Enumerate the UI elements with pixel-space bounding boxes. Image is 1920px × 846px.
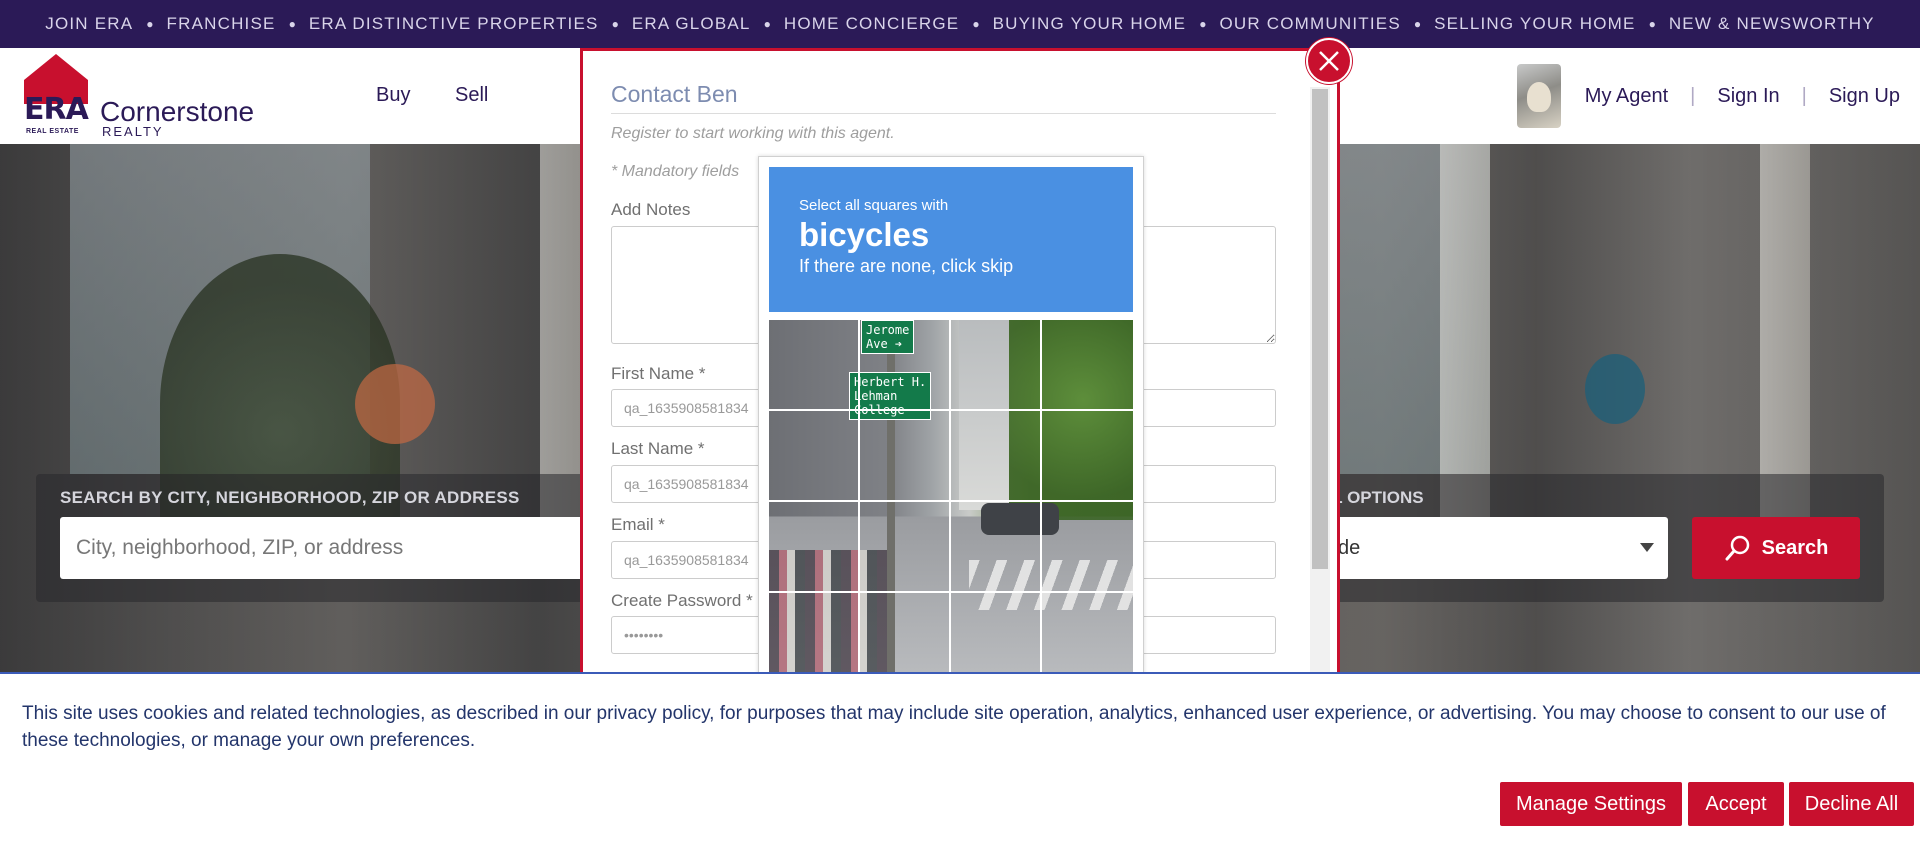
sign-in-link[interactable]: Sign In	[1717, 85, 1779, 108]
separator-dot: ●	[972, 17, 980, 31]
my-agent-link[interactable]: My Agent	[1585, 85, 1668, 108]
chevron-down-icon	[1640, 543, 1654, 552]
top-link-home-concierge[interactable]: HOME CONCIERGE	[784, 14, 959, 34]
top-link-join-era[interactable]: JOIN ERA	[45, 14, 133, 34]
captcha-trees	[1009, 320, 1133, 520]
separator-dot: ●	[763, 17, 771, 31]
hero-lamp	[355, 364, 435, 444]
grid-line	[769, 409, 1133, 411]
top-link-new-newsworthy[interactable]: NEW & NEWSWORTHY	[1669, 14, 1875, 34]
search-label: SEARCH BY CITY, NEIGHBORHOOD, ZIP OR ADD…	[60, 488, 520, 507]
nav-separator: |	[1690, 84, 1696, 107]
separator-dot: ●	[1413, 17, 1422, 31]
captcha-header: Select all squares with bicycles If ther…	[769, 167, 1133, 312]
decline-all-button[interactable]: Decline All	[1789, 782, 1914, 826]
top-link-our-communities[interactable]: OUR COMMUNITIES	[1219, 14, 1400, 34]
manage-settings-button[interactable]: Manage Settings	[1500, 782, 1682, 826]
cookie-text: This site uses cookies and related techn…	[22, 703, 1886, 751]
logo-realty-text: REALTY	[102, 124, 164, 139]
captcha-target: bicycles	[799, 216, 930, 253]
top-links-bar: JOIN ERA ● FRANCHISE ● ERA DISTINCTIVE P…	[0, 0, 1920, 48]
grid-line	[949, 320, 951, 677]
modal-subtitle: Register to start working with this agen…	[611, 125, 895, 142]
logo-real-estate-text: REAL ESTATE	[26, 128, 79, 135]
captcha-challenge: Select all squares with bicycles If ther…	[758, 156, 1144, 677]
separator-dot: ●	[288, 17, 296, 31]
separator-dot: ●	[611, 17, 619, 31]
modal-scrollbar-thumb[interactable]	[1312, 89, 1328, 569]
hero-vase	[1585, 354, 1645, 424]
captcha-skip-hint: If there are none, click skip	[799, 256, 1014, 276]
top-link-buying-your-home[interactable]: BUYING YOUR HOME	[993, 14, 1187, 34]
grid-line	[769, 591, 1133, 593]
sign-up-link[interactable]: Sign Up	[1829, 85, 1900, 108]
top-link-era-global[interactable]: ERA GLOBAL	[632, 14, 751, 34]
captcha-image-grid[interactable]: Jerome Ave ➔ Herbert H. Lehman College	[769, 320, 1133, 677]
street-sign: Jerome Ave ➔	[861, 320, 915, 354]
modal-divider	[611, 113, 1276, 114]
mandatory-fields-note: * Mandatory fields	[611, 163, 740, 180]
agent-avatar[interactable]	[1516, 64, 1561, 128]
separator-dot: ●	[1648, 17, 1656, 31]
account-nav: My Agent | Sign In | Sign Up	[1516, 64, 1900, 128]
options-select[interactable]: de	[1320, 517, 1668, 579]
grid-line	[858, 320, 860, 677]
captcha-crosswalk	[969, 560, 1133, 610]
cookie-banner: This site uses cookies and related techn…	[0, 672, 1920, 846]
modal-title: Contact Ben	[611, 81, 738, 107]
era-cornerstone-logo[interactable]: ERA REAL ESTATE Cornerstone REALTY	[24, 54, 264, 139]
captcha-instruction: Select all squares with	[799, 197, 949, 214]
close-button[interactable]	[1306, 38, 1352, 84]
nav-separator: |	[1801, 84, 1807, 107]
options-select-value: de	[1338, 536, 1361, 559]
top-link-franchise[interactable]: FRANCHISE	[167, 14, 276, 34]
accept-button[interactable]: Accept	[1688, 782, 1784, 826]
first-name-label: First Name *	[611, 364, 706, 383]
top-link-selling-your-home[interactable]: SELLING YOUR HOME	[1434, 14, 1635, 34]
separator-dot: ●	[1199, 17, 1207, 31]
street-sign: Herbert H. Lehman College	[849, 372, 932, 420]
close-icon	[1319, 51, 1339, 71]
search-icon	[1725, 535, 1749, 561]
grid-line	[769, 500, 1133, 502]
captcha-pedestrians	[769, 550, 889, 677]
nav-buy[interactable]: Buy	[376, 84, 410, 107]
last-name-label: Last Name *	[611, 439, 705, 458]
email-label: Email *	[611, 515, 665, 534]
search-input[interactable]	[60, 517, 620, 579]
separator-dot: ●	[146, 17, 154, 31]
notes-label: Add Notes	[611, 200, 691, 219]
password-label: Create Password *	[611, 591, 753, 610]
top-link-distinctive-properties[interactable]: ERA DISTINCTIVE PROPERTIES	[309, 14, 599, 34]
search-button-label: Search	[1761, 536, 1829, 559]
search-button[interactable]: Search	[1692, 517, 1860, 579]
grid-line	[1040, 320, 1042, 677]
captcha-car	[981, 503, 1059, 535]
captcha-building	[959, 320, 1009, 510]
nav-sell[interactable]: Sell	[455, 84, 488, 107]
logo-era-text: ERA	[24, 92, 89, 127]
